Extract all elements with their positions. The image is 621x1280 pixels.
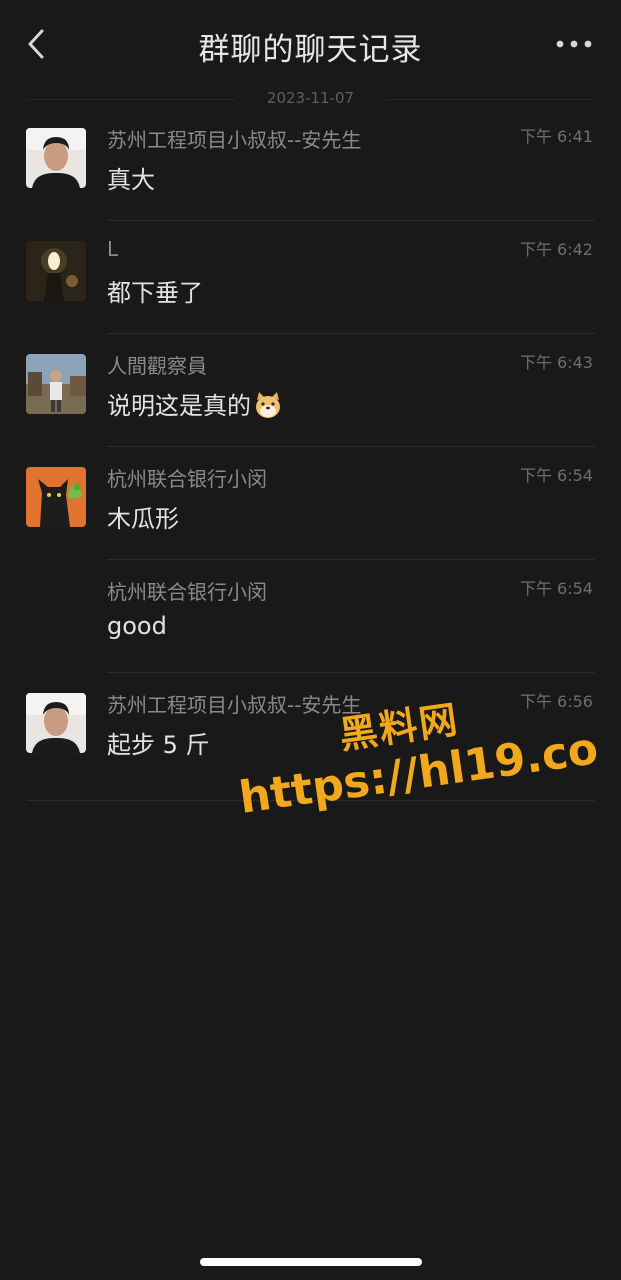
- lamp-photo-avatar[interactable]: [26, 241, 86, 301]
- message-content: good: [107, 612, 167, 640]
- message-item[interactable]: 杭州联合银行小闵 下午 6:54 good: [0, 560, 621, 673]
- message-time: 下午 6:41: [519, 127, 593, 146]
- message-content: 真大: [107, 166, 155, 194]
- separator-line-right: [385, 99, 595, 100]
- doge-emoji-icon: [256, 392, 280, 418]
- message-time: 下午 6:42: [519, 240, 593, 259]
- sender-name: L: [107, 237, 119, 261]
- sender-name: 杭州联合银行小闵: [107, 467, 267, 491]
- person-photo-avatar[interactable]: [26, 693, 86, 753]
- message-time: 下午 6:54: [519, 466, 593, 485]
- top-bar: 群聊的聊天记录: [0, 0, 621, 88]
- person-photo-avatar[interactable]: [26, 128, 86, 188]
- message-content: 说明这是真的: [107, 386, 283, 421]
- message-content: 都下垂了: [107, 279, 203, 307]
- message-content: 起步 5 斤: [107, 731, 210, 759]
- sender-name: 杭州联合银行小闵: [107, 580, 267, 604]
- message-item[interactable]: 苏州工程项目小叔叔--安先生 下午 6:41 真大: [0, 108, 621, 221]
- message-item[interactable]: 杭州联合银行小闵 下午 6:54 木瓜形: [0, 447, 621, 560]
- message-time: 下午 6:54: [519, 579, 593, 598]
- more-dots-icon[interactable]: [553, 30, 595, 58]
- chevron-left-icon[interactable]: [26, 28, 48, 60]
- home-indicator[interactable]: [200, 1258, 422, 1266]
- message-content: 木瓜形: [107, 505, 179, 533]
- message-item[interactable]: 人間觀察員 下午 6:43 说明这是真的: [0, 334, 621, 447]
- message-item[interactable]: L 下午 6:42 都下垂了: [0, 221, 621, 334]
- black-cat-clover-avatar[interactable]: [26, 467, 86, 527]
- message-time: 下午 6:43: [519, 353, 593, 372]
- outdoor-person-avatar[interactable]: [26, 354, 86, 414]
- sender-name: 苏州工程项目小叔叔--安先生: [107, 128, 362, 152]
- message-text: 说明这是真的: [107, 392, 251, 420]
- page-title: 群聊的聊天记录: [198, 32, 423, 68]
- sender-name: 人間觀察員: [107, 354, 207, 378]
- date-separator: 2023-11-07: [26, 88, 595, 110]
- date-label: 2023-11-07: [266, 89, 355, 107]
